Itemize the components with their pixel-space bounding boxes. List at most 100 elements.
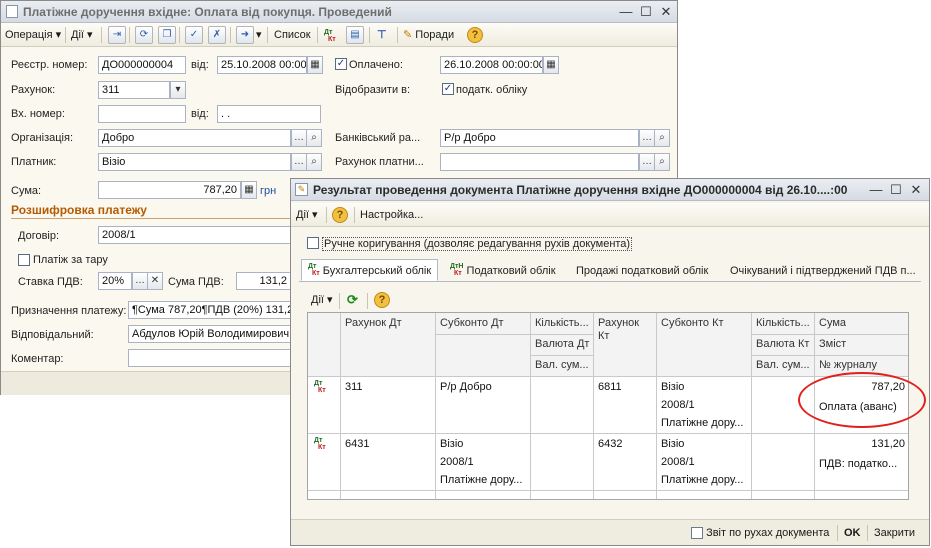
refresh-icon[interactable]: ⟳ [347, 291, 358, 309]
tab-accounting[interactable]: Дт Кт Бухгалтерський облік [301, 259, 439, 281]
tips-button[interactable]: ✎ Поради [403, 26, 454, 44]
row1-subconto-kt-2[interactable]: 2008/1 [661, 399, 695, 411]
select-button[interactable]: … [291, 129, 307, 147]
operation-menu-button[interactable]: Операція ▾ [5, 26, 61, 44]
col-cur-sum-dt[interactable]: Вал. сум... [535, 359, 591, 371]
paid-checkbox[interactable]: ✓ [335, 58, 347, 70]
clear-icon[interactable]: ✕ [147, 272, 163, 290]
col-subconto-dt[interactable]: Субконто Дт [440, 317, 504, 329]
row2-subconto-dt-3[interactable]: Платіжне дору... [440, 474, 528, 486]
responsible-field[interactable]: Абдулов Юрій Володимирович [128, 325, 291, 343]
result-titlebar[interactable]: ✎ Результат проведення документа Платіжн… [291, 179, 929, 201]
select-button[interactable]: … [291, 153, 307, 171]
col-currency-kt[interactable]: Валюта Кт [756, 338, 812, 350]
organization-field[interactable]: Добро [98, 129, 291, 147]
dt-kt-icon[interactable]: Дт Кт [324, 29, 336, 43]
ok-button[interactable]: OK [844, 524, 861, 542]
select-button[interactable]: … [132, 272, 148, 290]
post-icon[interactable]: ✓ [185, 26, 203, 44]
row1-account-dt[interactable]: 311 [345, 381, 363, 393]
minimize-icon[interactable]: — [867, 181, 885, 198]
col-account-dt[interactable]: Рахунок Дт [345, 317, 402, 329]
row1-subconto-dt-1[interactable]: Р/р Добро [440, 381, 492, 393]
manual-edit-checkbox[interactable] [307, 237, 319, 249]
col-content[interactable]: Зміст [819, 338, 846, 350]
col-journal-no[interactable]: № журналу [819, 359, 877, 371]
row1-subconto-kt-1[interactable]: Візіо [661, 381, 684, 393]
bank-account-field[interactable]: Р/р Добро [440, 129, 639, 147]
inner-actions-menu-button[interactable]: Дії ▾ [311, 291, 333, 309]
help-icon[interactable]: ? [374, 292, 390, 308]
minimize-icon[interactable]: — [617, 3, 635, 20]
select-button[interactable]: … [639, 129, 655, 147]
help-icon[interactable]: ? [332, 207, 348, 223]
tax-accounting-checkbox[interactable]: ✓ [442, 83, 454, 95]
calculator-icon[interactable]: ▦ [241, 181, 257, 199]
col-subconto-kt[interactable]: Субконто Кт [661, 317, 724, 329]
row2-subconto-kt-2[interactable]: 2008/1 [661, 456, 695, 468]
row2-content[interactable]: ПДВ: податко... [819, 458, 907, 470]
copy-icon[interactable]: ❐ [158, 26, 176, 44]
row2-sum[interactable]: 131,20 [819, 438, 905, 450]
col-qty-dt[interactable]: Кількість... [535, 317, 591, 329]
search-icon[interactable]: ⌕ [306, 129, 322, 147]
col-currency-dt[interactable]: Валюта Дт [535, 338, 591, 350]
search-icon[interactable]: ⌕ [654, 129, 670, 147]
comment-field[interactable] [128, 349, 291, 367]
search-icon[interactable]: ⌕ [654, 153, 670, 171]
reg-number-field[interactable]: ДО000000004 [98, 56, 186, 74]
row2-subconto-kt-1[interactable]: Візіо [661, 438, 684, 450]
refresh-icon[interactable]: ⟳ [135, 26, 153, 44]
row2-account-dt[interactable]: 6431 [345, 438, 369, 450]
settings-button[interactable]: Настройка... [360, 206, 423, 224]
contract-field[interactable]: 2008/1 [98, 226, 291, 244]
col-sum[interactable]: Сума [819, 317, 846, 329]
close-icon[interactable]: ✕ [657, 3, 675, 20]
col-qty-kt[interactable]: Кількість... [756, 317, 812, 329]
structure-icon[interactable]: ⊤ [377, 26, 387, 44]
movement-report-button[interactable]: Звіт по рухах документа [691, 524, 829, 542]
based-on-dropdown-icon[interactable]: ▾ [256, 26, 262, 44]
select-button[interactable]: … [639, 153, 655, 171]
paid-date-field[interactable]: 26.10.2008 00:00:00 [440, 56, 543, 74]
list-button[interactable]: Список [274, 26, 311, 44]
col-account-kt[interactable]: Рахунок Кт [598, 317, 652, 343]
row2-subconto-kt-3[interactable]: Платіжне дору... [661, 474, 749, 486]
vat-sum-field[interactable]: 131,2 [236, 272, 291, 290]
in-date-field[interactable]: . . [217, 105, 321, 123]
sum-field[interactable]: 787,20 [98, 181, 241, 199]
in-number-field[interactable] [98, 105, 186, 123]
print-form-icon[interactable]: ▤ [346, 26, 364, 44]
actions-menu-button[interactable]: Дії ▾ [71, 26, 93, 44]
tab-expected-vat[interactable]: Очікуваний і підтверджений ПДВ п... [723, 259, 923, 281]
close-icon[interactable]: ✕ [907, 181, 925, 198]
tab-sales-tax[interactable]: Продажі податковий облік [569, 259, 715, 281]
main-titlebar[interactable]: Платіжне доручення вхідне: Оплата від по… [1, 1, 677, 23]
calendar-icon[interactable]: ▦ [307, 56, 323, 74]
post-and-close-icon[interactable]: ⇥ [108, 26, 126, 44]
calendar-icon[interactable]: ▦ [543, 56, 559, 74]
chevron-down-icon[interactable]: ▾ [170, 81, 186, 99]
col-cur-sum-kt[interactable]: Вал. сум... [756, 359, 812, 371]
row2-account-kt[interactable]: 6432 [598, 438, 622, 450]
close-button[interactable]: Закрити [874, 524, 915, 542]
vat-rate-field[interactable]: 20% [98, 272, 132, 290]
maximize-icon[interactable]: ☐ [637, 3, 655, 20]
reg-date-field[interactable]: 25.10.2008 00:00 [217, 56, 307, 74]
row2-subconto-dt-2[interactable]: 2008/1 [440, 456, 474, 468]
maximize-icon[interactable]: ☐ [887, 181, 905, 198]
unpost-icon[interactable]: ✗ [208, 26, 226, 44]
row1-account-kt[interactable]: 6811 [598, 381, 622, 393]
payment-purpose-field[interactable]: ¶Сума 787,20¶ПДВ (20%) 131,2 [128, 301, 291, 319]
help-icon[interactable]: ? [467, 27, 483, 43]
search-icon[interactable]: ⌕ [306, 153, 322, 171]
row1-subconto-kt-3[interactable]: Платіжне дору... [661, 417, 749, 429]
payer-field[interactable]: Візіо [98, 153, 291, 171]
actions-menu-button[interactable]: Дії ▾ [296, 206, 318, 224]
tare-payment-checkbox[interactable] [18, 254, 30, 266]
tab-tax-accounting[interactable]: ДтН Кт Податковий облік [443, 259, 563, 281]
row2-subconto-dt-1[interactable]: Візіо [440, 438, 463, 450]
based-on-icon[interactable]: ➜ [236, 26, 254, 44]
account-field[interactable]: 311 [98, 81, 170, 99]
payer-account-field[interactable] [440, 153, 639, 171]
